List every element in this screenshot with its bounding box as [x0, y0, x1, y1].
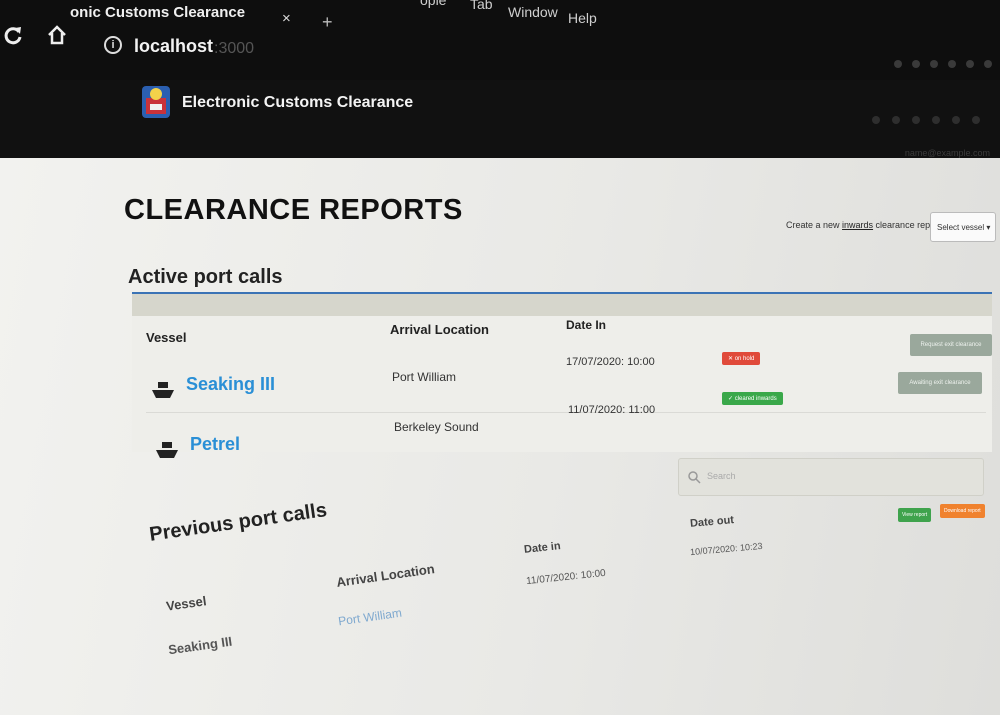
- col-header-arrival: Arrival Location: [390, 322, 489, 337]
- previous-vessel: Seaking III: [167, 633, 234, 658]
- col-header-arrival: Arrival Location: [335, 561, 436, 590]
- new-tab-icon[interactable]: +: [322, 12, 333, 33]
- status-badge: ✕ on hold: [722, 352, 761, 365]
- date-in: 17/07/2020: 10:00: [566, 356, 655, 368]
- previous-port-calls-title: Previous port calls: [148, 499, 329, 546]
- search-icon: [688, 471, 701, 484]
- date-in: 11/07/2020: 11:00: [568, 404, 656, 416]
- previous-date-in: 11/07/2020: 10:00: [525, 567, 607, 588]
- active-port-calls-table: Vessel Arrival Location Date In Seaking …: [132, 292, 992, 458]
- table-header-bar: [132, 294, 992, 316]
- browser-chrome: onic Customs Clearance × + ople Tab Wind…: [0, 0, 1000, 80]
- col-header-date-in: Date In: [566, 318, 607, 332]
- tab-close-icon[interactable]: ×: [282, 10, 291, 27]
- main-content: CLEARANCE REPORTS Create a new inwards c…: [0, 158, 1000, 715]
- header-icons: [872, 116, 980, 124]
- view-report-button[interactable]: View report: [898, 508, 932, 522]
- arrival-location: Berkeley Sound: [394, 420, 479, 434]
- menu-item-help[interactable]: Help: [568, 10, 597, 26]
- col-header-vessel: Vessel: [165, 593, 208, 614]
- create-report-prefix: Create a new: [786, 220, 843, 230]
- status-badge: ✓ cleared inwards: [722, 392, 783, 405]
- create-report-text: Create a new inwards clearance report: [786, 220, 941, 230]
- menu-item-window[interactable]: Window: [508, 4, 558, 20]
- vessel-link-petrel[interactable]: Petrel: [190, 434, 240, 455]
- reload-icon[interactable]: [2, 24, 24, 46]
- request-exit-clearance-button[interactable]: Request exit clearance: [910, 334, 992, 356]
- arrival-location: Port William: [392, 370, 457, 384]
- search-placeholder: Search: [707, 471, 736, 481]
- col-header-vessel: Vessel: [146, 330, 187, 345]
- menu-item-tab[interactable]: Tab: [470, 0, 493, 12]
- select-vessel-dropdown[interactable]: Select vessel ▾: [930, 212, 996, 242]
- awaiting-exit-clearance-button[interactable]: Awaiting exit clearance: [898, 372, 982, 394]
- search-input[interactable]: Search: [678, 458, 984, 496]
- inwards-link[interactable]: inwards: [842, 220, 873, 230]
- site-info-icon[interactable]: i: [104, 36, 122, 54]
- browser-tab-title[interactable]: onic Customs Clearance: [70, 4, 245, 21]
- home-icon[interactable]: [46, 24, 68, 46]
- page-title: CLEARANCE REPORTS: [124, 194, 463, 226]
- previous-date-out: 10/07/2020: 10:23: [689, 540, 763, 558]
- app-header: Electronic Customs Clearance name@exampl…: [0, 80, 1000, 158]
- download-report-button[interactable]: Download report: [940, 504, 985, 518]
- ship-icon: [156, 442, 178, 458]
- user-email: name@example.com: [904, 148, 990, 158]
- menu-item-people[interactable]: ople: [420, 0, 446, 8]
- vessel-link-seaking-iii[interactable]: Seaking III: [186, 374, 275, 395]
- app-title[interactable]: Electronic Customs Clearance: [182, 94, 413, 112]
- extension-icons: [894, 60, 992, 68]
- ship-icon: [152, 382, 174, 398]
- col-header-date-in: Date in: [523, 540, 562, 556]
- active-port-calls-title: Active port calls: [128, 266, 283, 288]
- crest-logo-icon[interactable]: [140, 82, 172, 122]
- address-bar-host[interactable]: localhost: [134, 36, 213, 57]
- previous-arrival-location: Port William: [337, 605, 403, 629]
- col-header-date-out: Date out: [689, 514, 735, 530]
- row-divider: [146, 412, 986, 413]
- address-bar-port: :3000: [214, 40, 255, 57]
